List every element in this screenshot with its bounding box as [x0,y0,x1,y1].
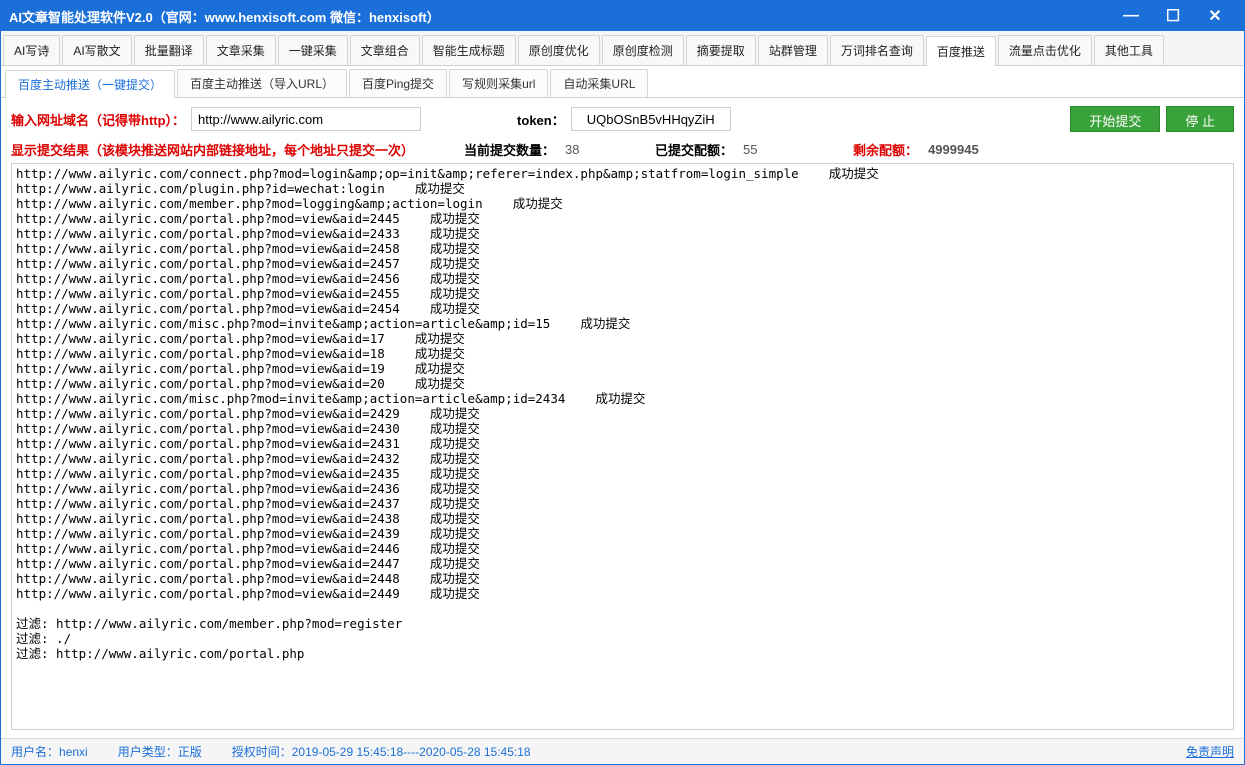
auth-block: 授权时间：2019-05-29 15:45:18----2020-05-28 1… [232,743,531,760]
log-line: http://www.ailyric.com/portal.php?mod=vi… [16,421,1229,436]
user-block: 用户名：henxi [11,743,88,760]
main-tab-4[interactable]: 一键采集 [278,35,348,65]
token-label: token： [517,110,565,129]
type-block: 用户类型：正版 [118,743,202,760]
log-line: 过滤: ./ [16,631,1229,646]
user-value: henxi [59,745,88,759]
token-input[interactable] [571,107,731,131]
user-label: 用户名： [11,745,59,759]
result-label: 显示提交结果（该模块推送网站内部链接地址，每个地址只提交一次） [11,140,414,159]
main-tab-0[interactable]: AI写诗 [3,35,60,65]
remaining-quota-label: 剩余配额： [853,140,918,159]
log-line: http://www.ailyric.com/portal.php?mod=vi… [16,211,1229,226]
sub-tab-0[interactable]: 百度主动推送（一键提交） [5,70,175,98]
log-line: http://www.ailyric.com/portal.php?mod=vi… [16,256,1229,271]
remaining-quota-value: 4999945 [928,142,979,157]
window-controls: — ☐ ✕ [1110,2,1236,30]
log-line: http://www.ailyric.com/portal.php?mod=vi… [16,481,1229,496]
main-tab-13[interactable]: 流量点击优化 [998,35,1092,65]
log-line: http://www.ailyric.com/misc.php?mod=invi… [16,391,1229,406]
sub-tab-1[interactable]: 百度主动推送（导入URL） [177,69,347,97]
main-tab-6[interactable]: 智能生成标题 [422,35,516,65]
sub-tab-3[interactable]: 写规则采集url [449,69,548,97]
main-tab-10[interactable]: 站群管理 [758,35,828,65]
log-line: http://www.ailyric.com/portal.php?mod=vi… [16,586,1229,601]
auth-value: 2019-05-29 15:45:18----2020-05-28 15:45:… [292,745,531,759]
log-line: http://www.ailyric.com/member.php?mod=lo… [16,196,1229,211]
log-line: http://www.ailyric.com/portal.php?mod=vi… [16,496,1229,511]
input-row: 输入网址域名（记得带http）： token： 开始提交 停 止 [11,106,1234,132]
app-window: AI文章智能处理软件V2.0（官网：www.henxisoft.com 微信：h… [0,0,1245,765]
log-line: http://www.ailyric.com/portal.php?mod=vi… [16,556,1229,571]
log-container: http://www.ailyric.com/connect.php?mod=l… [11,163,1234,730]
log-line: http://www.ailyric.com/portal.php?mod=vi… [16,406,1229,421]
log-line: http://www.ailyric.com/portal.php?mod=vi… [16,226,1229,241]
main-tabbar: AI写诗AI写散文批量翻译文章采集一键采集文章组合智能生成标题原创度优化原创度检… [1,31,1244,66]
current-count-value: 38 [565,142,615,157]
main-tab-7[interactable]: 原创度优化 [518,35,600,65]
sub-tab-2[interactable]: 百度Ping提交 [349,69,447,97]
log-line: http://www.ailyric.com/connect.php?mod=l… [16,166,1229,181]
main-tab-5[interactable]: 文章组合 [350,35,420,65]
log-line: http://www.ailyric.com/portal.php?mod=vi… [16,241,1229,256]
main-tab-3[interactable]: 文章采集 [206,35,276,65]
disclaimer-link[interactable]: 免责声明 [1186,743,1234,760]
current-count-label: 当前提交数量： [464,140,555,159]
log-line [16,601,1229,616]
close-button[interactable]: ✕ [1194,2,1236,30]
log-line: http://www.ailyric.com/portal.php?mod=vi… [16,346,1229,361]
title-text: AI文章智能处理软件V2.0（官网：www.henxisoft.com 微信：h… [9,7,1110,26]
main-tab-12[interactable]: 百度推送 [926,36,996,66]
stop-button[interactable]: 停 止 [1166,106,1234,132]
log-textarea[interactable]: http://www.ailyric.com/connect.php?mod=l… [12,164,1233,729]
log-line: http://www.ailyric.com/misc.php?mod=invi… [16,316,1229,331]
domain-input[interactable] [191,107,421,131]
minimize-button[interactable]: — [1110,2,1152,30]
main-tab-9[interactable]: 摘要提取 [686,35,756,65]
content-area: 输入网址域名（记得带http）： token： 开始提交 停 止 显示提交结果（… [1,98,1244,738]
auth-label: 授权时间： [232,745,292,759]
main-tab-11[interactable]: 万词排名查询 [830,35,924,65]
log-line: http://www.ailyric.com/portal.php?mod=vi… [16,451,1229,466]
maximize-button[interactable]: ☐ [1152,2,1194,30]
log-line: http://www.ailyric.com/plugin.php?id=wec… [16,181,1229,196]
main-tab-14[interactable]: 其他工具 [1094,35,1164,65]
submitted-quota-label: 已提交配额： [655,140,733,159]
log-line: http://www.ailyric.com/portal.php?mod=vi… [16,376,1229,391]
submitted-quota-value: 55 [743,142,793,157]
sub-tab-4[interactable]: 自动采集URL [550,69,648,97]
log-line: 过滤: http://www.ailyric.com/portal.php [16,646,1229,661]
log-line: 过滤: http://www.ailyric.com/member.php?mo… [16,616,1229,631]
log-line: http://www.ailyric.com/portal.php?mod=vi… [16,541,1229,556]
status-row: 显示提交结果（该模块推送网站内部链接地址，每个地址只提交一次） 当前提交数量： … [11,140,1234,159]
main-tab-2[interactable]: 批量翻译 [134,35,204,65]
log-line: http://www.ailyric.com/portal.php?mod=vi… [16,361,1229,376]
start-submit-button[interactable]: 开始提交 [1070,106,1160,132]
log-line: http://www.ailyric.com/portal.php?mod=vi… [16,286,1229,301]
statusbar: 用户名：henxi 用户类型：正版 授权时间：2019-05-29 15:45:… [1,738,1244,764]
log-line: http://www.ailyric.com/portal.php?mod=vi… [16,511,1229,526]
log-line: http://www.ailyric.com/portal.php?mod=vi… [16,436,1229,451]
log-line: http://www.ailyric.com/portal.php?mod=vi… [16,526,1229,541]
sub-tabbar: 百度主动推送（一键提交）百度主动推送（导入URL）百度Ping提交写规则采集ur… [1,66,1244,98]
main-tab-1[interactable]: AI写散文 [62,35,131,65]
log-line: http://www.ailyric.com/portal.php?mod=vi… [16,301,1229,316]
log-line: http://www.ailyric.com/portal.php?mod=vi… [16,331,1229,346]
type-value: 正版 [178,745,202,759]
log-line: http://www.ailyric.com/portal.php?mod=vi… [16,271,1229,286]
log-line: http://www.ailyric.com/portal.php?mod=vi… [16,466,1229,481]
main-tab-8[interactable]: 原创度检测 [602,35,684,65]
domain-label: 输入网址域名（记得带http）： [11,110,185,129]
type-label: 用户类型： [118,745,178,759]
titlebar[interactable]: AI文章智能处理软件V2.0（官网：www.henxisoft.com 微信：h… [1,1,1244,31]
log-line: http://www.ailyric.com/portal.php?mod=vi… [16,571,1229,586]
